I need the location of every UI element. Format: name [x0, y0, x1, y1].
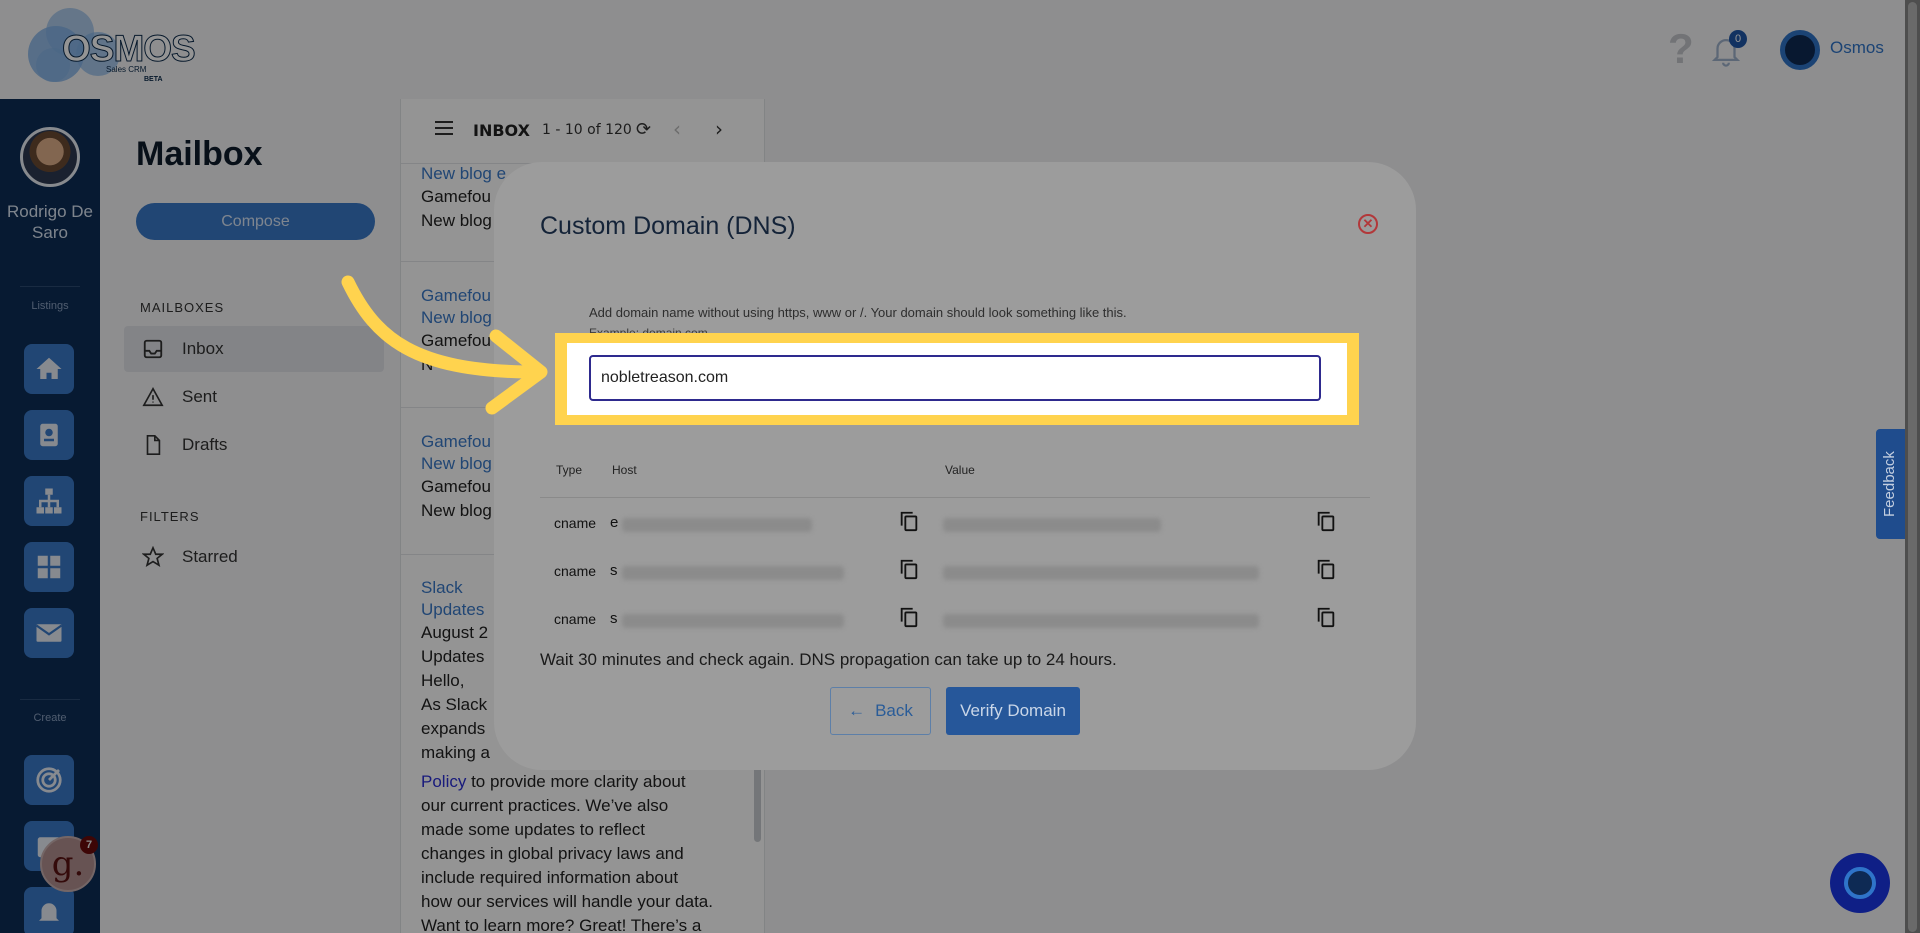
- record-type: cname: [554, 611, 597, 627]
- copy-icon[interactable]: [1315, 509, 1337, 533]
- copy-icon[interactable]: [1315, 605, 1337, 629]
- column-header-type: Type: [556, 463, 583, 477]
- record-type: cname: [554, 563, 597, 579]
- record-host: s: [610, 610, 618, 627]
- record-host: s: [610, 562, 618, 579]
- copy-icon[interactable]: [898, 605, 920, 629]
- dialog-title: Custom Domain (DNS): [540, 212, 796, 240]
- record-host-redacted: [622, 566, 844, 580]
- highlight-inner: [567, 343, 1347, 415]
- chat-launcher-button[interactable]: [1830, 853, 1890, 913]
- custom-domain-dialog: Custom Domain (DNS) ✕ Add domain name wi…: [494, 162, 1416, 770]
- record-host-redacted: [622, 518, 812, 532]
- domain-input[interactable]: [589, 355, 1321, 401]
- record-value-redacted: [943, 614, 1259, 628]
- domain-hint: Add domain name without using https, www…: [589, 305, 1127, 320]
- record-host-redacted: [622, 614, 844, 628]
- copy-icon[interactable]: [898, 557, 920, 581]
- record-type: cname: [554, 515, 597, 531]
- highlight-box: [555, 333, 1359, 425]
- close-icon[interactable]: ✕: [1358, 214, 1378, 234]
- page-scrollbar[interactable]: [1905, 0, 1920, 933]
- column-header-host: Host: [612, 463, 637, 477]
- record-host: e: [610, 514, 619, 531]
- arrow-left-icon: ←: [848, 701, 866, 720]
- table-divider: [540, 497, 1370, 498]
- propagation-note: Wait 30 minutes and check again. DNS pro…: [540, 650, 1117, 669]
- back-button-label: Back: [875, 701, 913, 720]
- feedback-label: Feedback: [1881, 451, 1898, 517]
- annotation-arrow-icon: [341, 275, 548, 415]
- copy-icon[interactable]: [1315, 557, 1337, 581]
- record-value-redacted: [943, 518, 1161, 532]
- verify-domain-button[interactable]: Verify Domain: [946, 687, 1080, 735]
- copy-icon[interactable]: [898, 509, 920, 533]
- record-value-redacted: [943, 566, 1259, 580]
- back-button[interactable]: ← Back: [830, 687, 931, 735]
- column-header-value: Value: [945, 463, 975, 477]
